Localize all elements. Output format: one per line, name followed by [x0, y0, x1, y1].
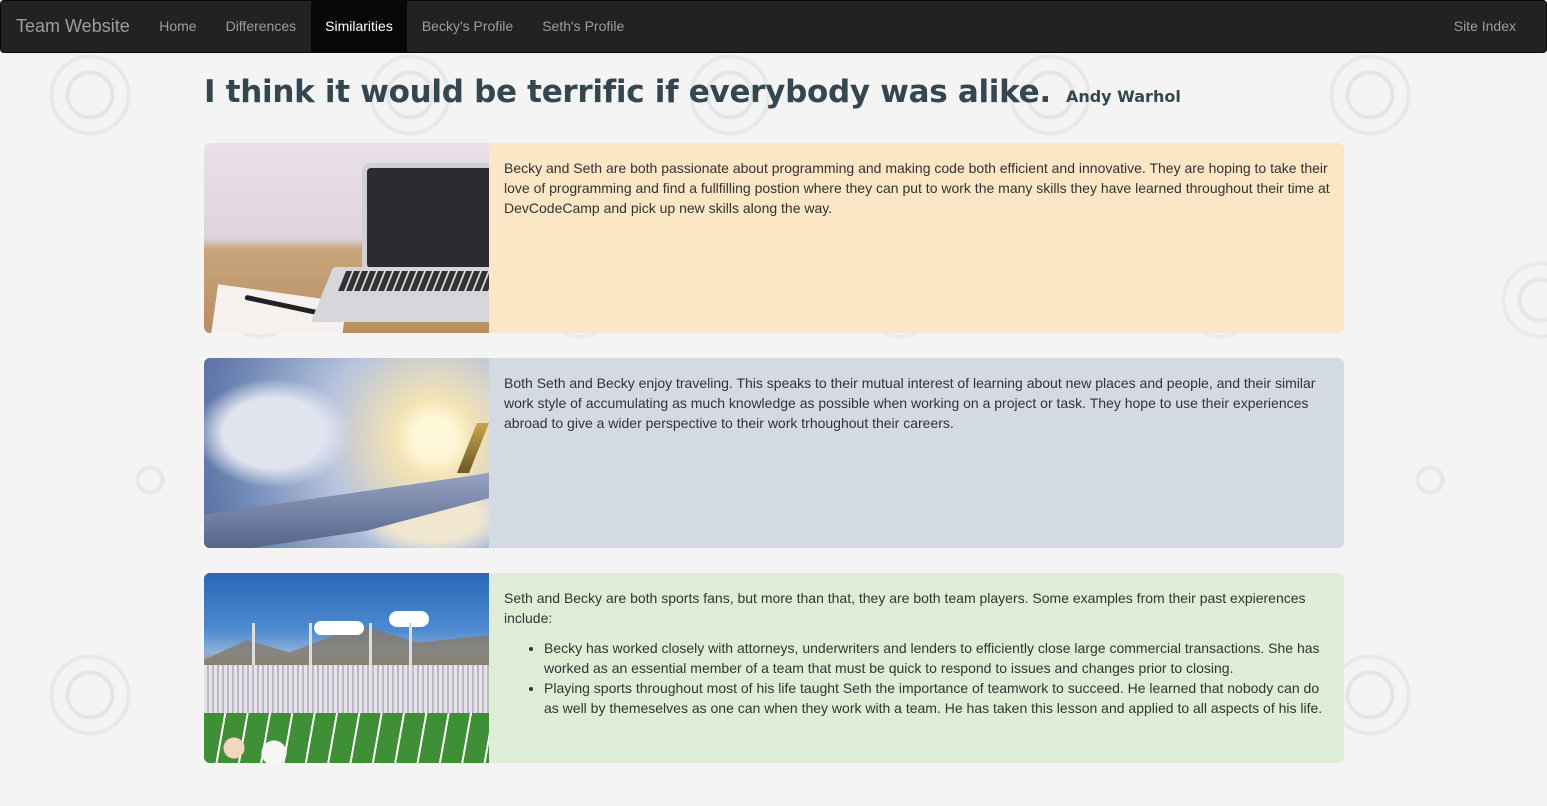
similarity-card-traveling: Both Seth and Becky enjoy traveling. Thi… — [204, 358, 1344, 548]
card-text: Seth and Becky are both sports fans, but… — [504, 590, 1306, 626]
examples-list: Becky has worked closely with attorneys,… — [544, 638, 1330, 718]
quote-text: I think it would be terrific if everybod… — [204, 74, 1051, 110]
nav-menu: Home Differences Similarities Becky's Pr… — [145, 1, 639, 52]
similarity-card-sports: Seth and Becky are both sports fans, but… — [204, 573, 1344, 763]
card-text: Both Seth and Becky enjoy traveling. Thi… — [504, 375, 1316, 431]
page-title: I think it would be terrific if everybod… — [204, 72, 1181, 110]
card-text: Becky and Seth are both passionate about… — [504, 160, 1330, 216]
nav-item-home[interactable]: Home — [145, 1, 211, 52]
nav-item-beckys-profile[interactable]: Becky's Profile — [407, 1, 527, 52]
list-item: Becky has worked closely with attorneys,… — [544, 638, 1330, 678]
nav-item-site-index[interactable]: Site Index — [1439, 1, 1546, 52]
stadium-photo — [204, 573, 489, 763]
quote-author: Andy Warhol — [1065, 87, 1181, 106]
list-item: Playing sports throughout most of his li… — [544, 678, 1330, 718]
nav-item-similarities[interactable]: Similarities — [310, 1, 408, 52]
airplane-wing-photo — [204, 358, 489, 548]
nav-item-differences[interactable]: Differences — [211, 1, 311, 52]
brand-link[interactable]: Team Website — [1, 1, 145, 52]
laptop-photo — [204, 143, 489, 333]
top-navbar: Team Website Home Differences Similariti… — [0, 0, 1547, 53]
nav-item-seths-profile[interactable]: Seth's Profile — [528, 1, 639, 52]
similarity-card-programming: Becky and Seth are both passionate about… — [204, 143, 1344, 333]
